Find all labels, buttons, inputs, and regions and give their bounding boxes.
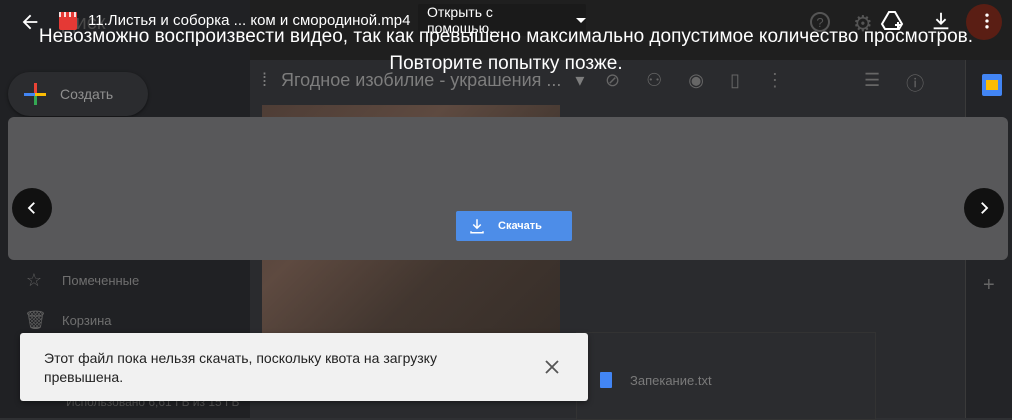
background-file-name-text: Запекание.txt — [630, 372, 712, 388]
snackbar-message: Этот файл пока нельзя скачать, поскольку… — [44, 350, 437, 385]
close-icon — [545, 360, 559, 374]
next-file-button[interactable] — [964, 188, 1004, 228]
background-create-label: Создать — [60, 86, 114, 102]
background-nav-starred: ☆ Помеченные — [24, 260, 139, 300]
background-nav: ☆ Помеченные 🗑 Корзина — [24, 260, 139, 340]
background-create-button: Создать — [8, 72, 148, 116]
document-icon — [600, 372, 612, 388]
chevron-down-icon — [576, 17, 586, 23]
trash-icon: 🗑 — [24, 309, 47, 330]
chevron-right-icon — [981, 202, 989, 214]
error-line-2: Повторите попытку позже. — [389, 53, 623, 74]
calendar-icon — [982, 74, 1002, 96]
chevron-left-icon — [27, 202, 35, 214]
plus-icon — [24, 83, 46, 105]
download-file-label: Скачать — [498, 220, 542, 232]
error-line-1: Невозможно воспроизвести видео, так как … — [38, 26, 974, 47]
playback-error-message: Невозможно воспроизвести видео, так как … — [0, 23, 1012, 77]
download-icon — [470, 219, 484, 234]
snackbar-close-button[interactable] — [542, 357, 562, 377]
quota-snackbar: Этот файл пока нельзя скачать, поскольку… — [20, 333, 588, 401]
background-nav-starred-label: Помеченные — [62, 272, 140, 288]
background-nav-trash-label: Корзина — [62, 312, 112, 328]
download-file-button[interactable]: Скачать — [456, 211, 572, 241]
background-file-name: Запекание.txt — [600, 372, 712, 388]
plus-icon: + — [983, 274, 995, 296]
previous-file-button[interactable] — [12, 188, 52, 228]
star-icon: ☆ — [25, 269, 43, 290]
